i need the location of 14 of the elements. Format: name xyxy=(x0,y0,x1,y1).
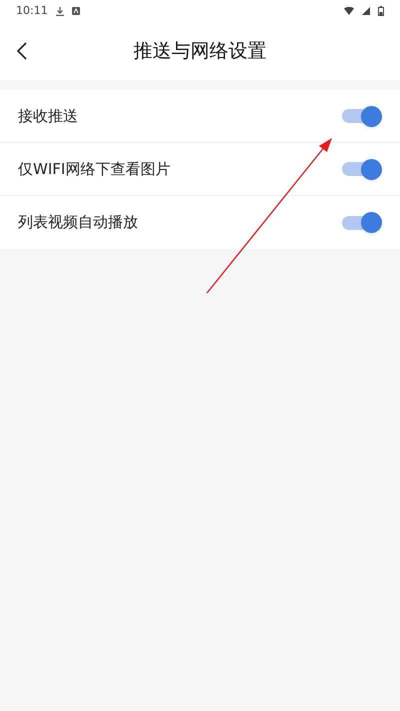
notification-icon xyxy=(72,7,80,15)
page-title: 推送与网络设置 xyxy=(134,38,266,64)
setting-label: 接收推送 xyxy=(18,106,79,127)
back-icon xyxy=(17,42,27,60)
wifi-icon xyxy=(344,7,354,15)
toggle-switch[interactable] xyxy=(342,105,382,127)
setting-label: 仅WIFI网络下查看图片 xyxy=(18,158,172,180)
setting-label: 列表视频自动播放 xyxy=(18,212,139,234)
status-time: 10:11 xyxy=(16,2,48,19)
toggle-switch[interactable] xyxy=(342,158,382,180)
download-icon xyxy=(56,6,64,16)
toggle-switch[interactable] xyxy=(342,212,382,234)
battery-icon xyxy=(378,6,384,16)
signal-icon xyxy=(362,7,370,15)
